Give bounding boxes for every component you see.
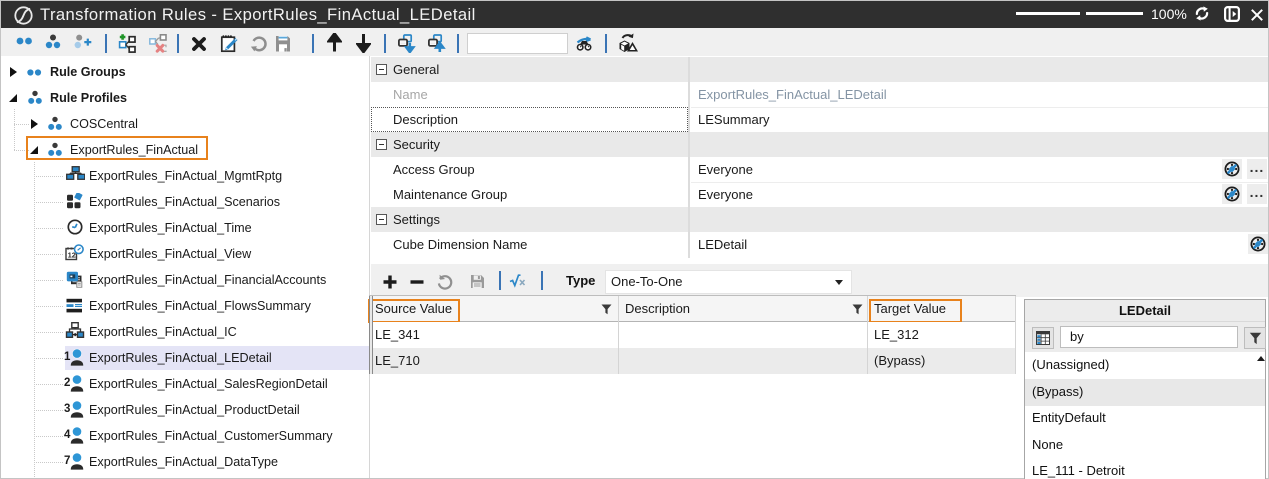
svg-text:1: 1	[64, 351, 71, 363]
svg-text:2: 2	[64, 377, 70, 389]
svg-text:3: 3	[64, 403, 70, 415]
svg-text:4: 4	[64, 429, 71, 441]
svg-text:7: 7	[64, 455, 70, 467]
